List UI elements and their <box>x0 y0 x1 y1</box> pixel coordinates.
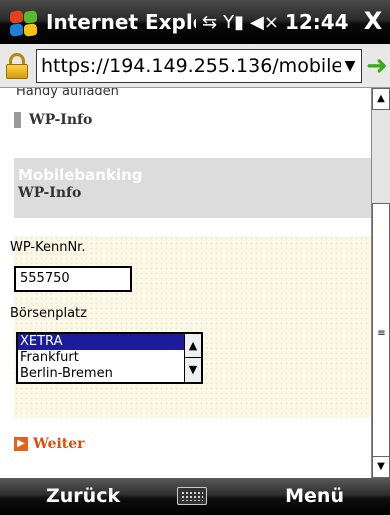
weiter-link[interactable]: ▶ Weiter <box>14 436 85 452</box>
page-scroll-thumb[interactable]: ≡ <box>372 203 390 469</box>
soft-key-bar: Zurück Menü <box>0 478 390 515</box>
title-bar: Internet Explor ⇆ Y▮ ◀× 12:44 X <box>0 0 390 44</box>
network-sync-icon[interactable]: ⇆ <box>202 12 217 33</box>
url-text: https://194.149.255.136/mobile <box>41 54 344 77</box>
bullet-bar-icon <box>14 112 21 128</box>
go-arrow-icon[interactable]: ➜ <box>366 51 388 81</box>
list-option-xetra[interactable]: XETRA <box>18 334 186 350</box>
wp-info-link[interactable]: WP-Info <box>14 112 92 128</box>
menu-softkey[interactable]: Menü <box>285 485 344 507</box>
clock[interactable]: 12:44 <box>285 10 349 34</box>
form-panel <box>14 236 371 418</box>
boerse-label: Börsenplatz <box>10 306 87 321</box>
page-content: Handy aufladen WP-Info Mobilebanking WP-… <box>0 88 371 478</box>
section-header: Mobilebanking WP-Info <box>14 158 371 218</box>
speaker-muted-icon[interactable]: ◀× <box>250 12 279 33</box>
kenn-input[interactable]: 555750 <box>14 266 132 292</box>
section-subtitle: WP-Info <box>18 185 82 201</box>
wp-info-link-label: WP-Info <box>29 112 93 128</box>
scroll-up-icon[interactable]: ▲ <box>185 334 201 358</box>
kenn-label: WP-KennNr. <box>10 240 86 255</box>
lock-icon[interactable] <box>4 52 30 80</box>
page-scroll-up-icon[interactable]: ▲ <box>372 88 390 110</box>
page-scroll-down-icon[interactable]: ▼ <box>372 456 390 478</box>
close-button[interactable]: X <box>358 6 388 36</box>
list-option-frankfurt[interactable]: Frankfurt <box>18 350 186 366</box>
address-bar: https://194.149.255.136/mobile ▼ ➜ <box>0 44 390 88</box>
url-input[interactable]: https://194.149.255.136/mobile ▼ <box>36 48 362 83</box>
boerse-listbox[interactable]: XETRA Frankfurt Berlin-Bremen ▲ ▼ <box>16 332 203 384</box>
url-dropdown-icon[interactable]: ▼ <box>341 49 359 82</box>
arrow-right-icon: ▶ <box>14 437 28 451</box>
keyboard-icon[interactable] <box>177 487 207 505</box>
scroll-down-icon[interactable]: ▼ <box>185 358 201 382</box>
section-title: Mobilebanking <box>18 166 143 184</box>
page-scrollbar[interactable]: ▲ ≡ ▼ <box>371 88 390 478</box>
signal-strength-icon[interactable]: Y▮ <box>223 12 244 33</box>
weiter-link-label: Weiter <box>33 436 85 452</box>
listbox-scrollbar[interactable]: ▲ ▼ <box>184 334 201 382</box>
windows-start-icon[interactable] <box>4 4 40 40</box>
handy-aufladen-link[interactable]: Handy aufladen <box>16 88 119 99</box>
back-softkey[interactable]: Zurück <box>46 485 120 507</box>
grip-icon: ≡ <box>377 328 386 339</box>
app-title: Internet Explor <box>46 10 196 34</box>
list-option-berlin-bremen[interactable]: Berlin-Bremen <box>18 366 186 382</box>
